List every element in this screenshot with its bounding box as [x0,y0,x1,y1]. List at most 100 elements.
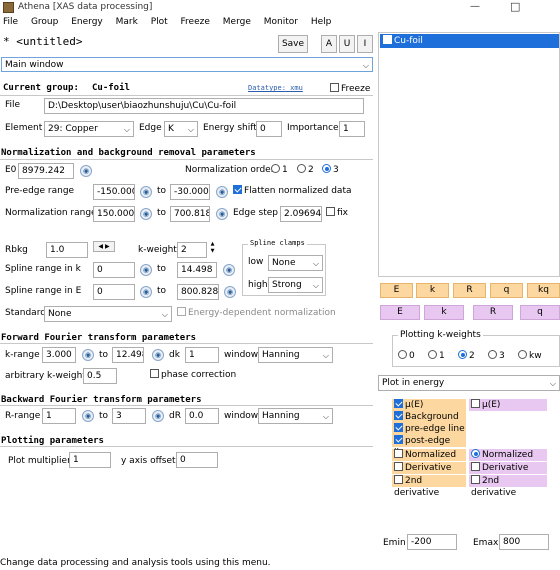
rrange-high-target-icon[interactable]: ◉ [152,410,164,422]
opt-marked-derivative[interactable]: Derivative [469,462,547,474]
opt-preedge-check[interactable] [394,423,403,432]
dk-field[interactable]: 1 [185,347,219,363]
group-list-item[interactable]: Cu-foil [380,34,559,48]
norm-high-field[interactable]: 700.818 [170,206,210,222]
file-path-field[interactable]: D:\Desktop\user\biaozhunshuju\Cu\Cu-foil [44,98,364,114]
rbkg-spinner[interactable]: ◀ ▶ [93,241,115,252]
group-list[interactable]: Cu-foil [378,32,560,277]
norm-order-1[interactable]: 1 [271,164,288,175]
spline-e-high-field[interactable]: 800.8281 [177,284,219,300]
menu-mark[interactable]: Mark [116,17,138,27]
radio-icon[interactable] [428,350,437,359]
energy-shift-field[interactable]: 0 [256,121,282,137]
minimize-icon[interactable]: — [470,1,480,12]
menu-file[interactable]: File [3,17,18,27]
radio-icon[interactable] [271,164,280,173]
kweight-1[interactable]: 1 [428,350,445,361]
plot-q-button[interactable]: q [490,283,523,298]
kweight-spinner[interactable]: ▲ ▼ [208,241,217,257]
preedge-low-target-icon[interactable]: ◉ [140,186,152,198]
kweight-field[interactable]: 2 [177,242,207,258]
group-check[interactable] [383,35,392,44]
krange-low-field[interactable]: 3.000 [42,347,76,363]
bft-window-select[interactable]: Hanning ⌵ [258,408,333,424]
opt-marked-normalized-radio[interactable] [471,449,480,458]
opt-mu[interactable]: μ(E) [392,399,466,411]
plot-marked-e-button[interactable]: E [380,305,420,320]
opt-marked-2nd-derivative[interactable]: 2nd derivative [469,475,547,498]
opt-background[interactable]: Background [392,411,466,423]
spline-k-high-target-icon[interactable]: ◉ [223,264,235,276]
spline-k-low-target-icon[interactable]: ◉ [140,264,152,276]
edge-select[interactable]: K ⌵ [164,121,198,137]
kweight-0[interactable]: 0 [398,350,415,361]
opt-normalized-check[interactable] [394,449,403,458]
freeze-check[interactable] [330,83,339,92]
fix-check[interactable] [326,207,335,216]
maximize-icon[interactable]: □ [510,0,520,13]
radio-icon[interactable] [518,350,527,359]
kweight-kw[interactable]: kw [518,350,542,361]
main-window-select[interactable]: Main window ⌵ [1,57,373,72]
y-offset-field[interactable]: 0 [176,452,218,468]
emin-field[interactable]: -200 [407,534,457,550]
plot-kq-button[interactable]: kq [527,283,560,298]
plot-multiplier-field[interactable]: 1 [69,452,111,468]
opt-marked-mu[interactable]: μ(E) [469,399,547,411]
radio-icon[interactable] [488,350,497,359]
rrange-low-target-icon[interactable]: ◉ [82,410,94,422]
flatten-check[interactable] [233,185,242,194]
menu-merge[interactable]: Merge [223,17,251,27]
rbkg-field[interactable]: 1.0 [46,242,88,258]
importance-field[interactable]: 1 [339,121,365,137]
edge-step-field[interactable]: 2.096944 [280,206,322,222]
plot-e-button[interactable]: E [380,283,413,298]
norm-low-field[interactable]: 150.000 [93,206,135,222]
arbk-field[interactable]: 0.5 [83,368,117,384]
norm-order-2[interactable]: 2 [297,164,314,175]
fix-checkbox[interactable]: fix [326,207,348,218]
radio-icon[interactable] [398,350,407,359]
save-button[interactable]: Save [278,35,308,53]
opt-derivative[interactable]: Derivative [392,462,466,474]
opt-preedge[interactable]: pre-edge line [392,423,466,435]
edn-check[interactable] [177,307,186,316]
phase-checkbox[interactable]: phase correction [150,369,236,380]
norm-order-3[interactable]: 3 [322,164,339,175]
dr-field[interactable]: 0.0 [185,408,219,424]
krange-high-target-icon[interactable]: ◉ [152,349,164,361]
menu-monitor[interactable]: Monitor [264,17,298,27]
plot-marked-r-button[interactable]: R [473,305,513,320]
fft-window-select[interactable]: Hanning ⌵ [258,347,333,363]
radio-selected-icon[interactable] [458,350,467,359]
menu-freeze[interactable]: Freeze [181,17,210,27]
e0-field[interactable]: 8979.242 [18,163,74,179]
preedge-high-target-icon[interactable]: ◉ [216,186,228,198]
menu-plot[interactable]: Plot [151,17,168,27]
norm-high-target-icon[interactable]: ◉ [216,208,228,220]
kweight-2[interactable]: 2 [458,350,475,361]
plot-marked-k-button[interactable]: k [424,305,464,320]
krange-low-target-icon[interactable]: ◉ [82,349,94,361]
spline-e-high-target-icon[interactable]: ◉ [224,286,236,298]
opt-2nd-derivative[interactable]: 2nd derivative [392,475,466,498]
spline-e-low-target-icon[interactable]: ◉ [140,286,152,298]
plot-k-button[interactable]: k [416,283,449,298]
spline-e-low-field[interactable]: 0 [93,284,135,300]
edn-checkbox[interactable]: Energy-dependent normalization [177,307,336,318]
menu-energy[interactable]: Energy [71,17,103,27]
preedge-low-field[interactable]: -150.000 [93,184,135,200]
menu-help[interactable]: Help [311,17,332,27]
a-button[interactable]: A [321,35,337,53]
krange-high-field[interactable]: 12.498 [112,347,144,363]
flatten-checkbox[interactable]: Flatten normalized data [233,185,352,196]
emax-field[interactable]: 800 [499,534,549,550]
opt-2nd-derivative-check[interactable] [394,475,403,484]
standard-select[interactable]: None ⌵ [44,306,172,322]
opt-normalized[interactable]: Normalized [392,449,466,461]
spline-k-low-field[interactable]: 0 [93,262,135,278]
opt-derivative-check[interactable] [394,462,403,471]
clamp-high-select[interactable]: Strong ⌵ [268,277,323,293]
spline-k-high-field[interactable]: 14.498 [177,262,217,278]
opt-postedge[interactable]: post-edge line [392,435,466,458]
